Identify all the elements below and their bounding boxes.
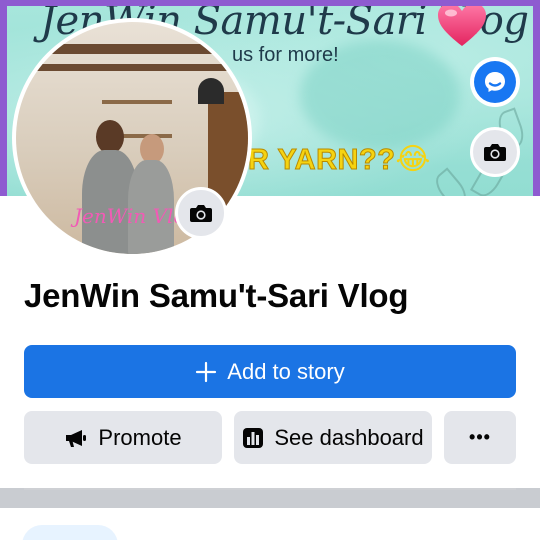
plus-icon bbox=[196, 361, 217, 382]
promote-label: Promote bbox=[98, 424, 182, 450]
photo-ceiling-beam bbox=[16, 44, 248, 54]
add-to-story-label: Add to story bbox=[227, 358, 345, 384]
messenger-icon bbox=[474, 61, 516, 103]
photo-lamp bbox=[198, 78, 224, 104]
heart-icon bbox=[438, 3, 486, 46]
photo-shelf bbox=[102, 100, 172, 104]
promote-button[interactable]: Promote bbox=[24, 411, 222, 464]
camera-icon bbox=[190, 205, 212, 222]
laughing-emoji-icon: 😂 bbox=[395, 143, 431, 176]
next-section-pill[interactable] bbox=[22, 525, 118, 540]
more-icon: ••• bbox=[469, 427, 491, 447]
camera-icon bbox=[484, 144, 506, 161]
more-options-button[interactable]: ••• bbox=[444, 411, 516, 464]
cover-banner-label: R YARN?? bbox=[247, 144, 396, 177]
cover-leaf-decoration bbox=[430, 167, 472, 196]
messenger-button[interactable] bbox=[470, 57, 520, 107]
dashboard-icon bbox=[243, 427, 264, 448]
see-dashboard-label: See dashboard bbox=[274, 424, 424, 450]
add-to-story-button[interactable]: Add to story bbox=[24, 345, 516, 398]
divider-line bbox=[24, 488, 516, 490]
cover-subtitle-text: us for more! bbox=[232, 44, 339, 66]
see-dashboard-button[interactable]: See dashboard bbox=[234, 411, 432, 464]
section-divider bbox=[0, 488, 540, 508]
photo-person-head bbox=[96, 120, 124, 154]
cover-banner-text: R YARN??😂 bbox=[247, 142, 431, 177]
cover-camera-button[interactable] bbox=[470, 127, 520, 177]
photo-ceiling-beam bbox=[16, 64, 248, 71]
profile-camera-button[interactable] bbox=[175, 187, 227, 239]
page-title: JenWin Samu't-Sari Vlog bbox=[24, 277, 409, 314]
megaphone-icon bbox=[66, 429, 87, 447]
